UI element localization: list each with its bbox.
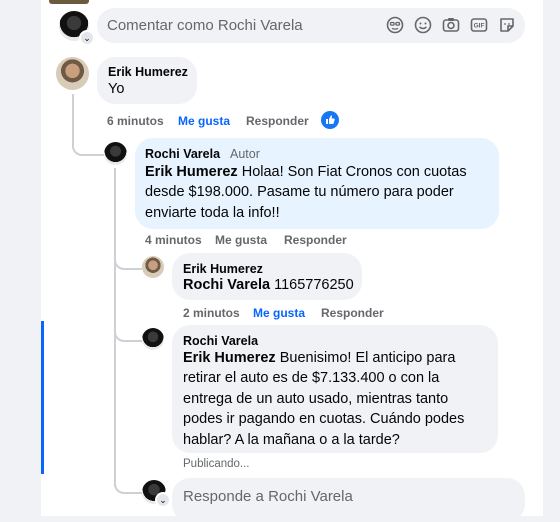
reply-input-placeholder: Responde a Rochi Varela xyxy=(183,488,353,505)
avatar[interactable] xyxy=(142,328,164,350)
comment-input-placeholder: Comentar como Rochi Varela xyxy=(107,17,303,34)
comment-author[interactable]: Rochi Varela xyxy=(145,147,220,161)
gif-icon[interactable]: GIF xyxy=(470,16,488,34)
comment-text: Rochi Varela 1165776250 xyxy=(183,277,354,293)
reply-button[interactable]: Responder xyxy=(246,114,309,128)
sticker-icon[interactable] xyxy=(498,16,516,34)
avatar[interactable] xyxy=(142,256,164,278)
comment-time[interactable]: 6 minutos xyxy=(107,114,164,128)
mention-link[interactable]: Rochi Varela xyxy=(183,277,270,293)
comment-author[interactable]: Erik Humerez xyxy=(108,65,188,79)
thread-connector xyxy=(72,138,104,156)
comment-text: Yo xyxy=(108,81,125,97)
thread-connector xyxy=(114,254,142,270)
like-button[interactable]: Me gusta xyxy=(178,114,230,128)
chevron-down-icon[interactable]: ⌄ xyxy=(155,492,171,508)
thread-connector xyxy=(114,478,142,494)
avatar[interactable] xyxy=(104,142,127,165)
reply-button[interactable]: Responder xyxy=(321,306,384,320)
mention-link[interactable]: Erik Humerez xyxy=(183,350,276,366)
comment-text: Erik Humerez Holaa! Son Fiat Cronos con … xyxy=(145,164,467,221)
comment-time[interactable]: 2 minutos xyxy=(183,306,240,320)
reply-button[interactable]: Responder xyxy=(284,233,347,247)
sticker-face-icon[interactable] xyxy=(386,16,404,34)
avatar[interactable] xyxy=(56,57,89,90)
comment-author[interactable]: Rochi Varela xyxy=(183,334,258,348)
thread-connector xyxy=(114,326,142,342)
camera-icon[interactable] xyxy=(442,16,460,34)
active-reply-indicator xyxy=(41,321,44,474)
post-image-edge xyxy=(49,0,89,4)
author-badge: Autor xyxy=(230,147,260,161)
emoji-icon[interactable] xyxy=(414,16,432,34)
posting-status: Publicando... xyxy=(183,458,250,470)
mention-link[interactable]: Erik Humerez xyxy=(145,164,238,180)
comment-author[interactable]: Erik Humerez xyxy=(183,262,263,276)
comment-text: Erik Humerez Buenisimo! El anticipo para… xyxy=(183,350,465,448)
like-reaction-icon[interactable] xyxy=(321,111,339,129)
like-button[interactable]: Me gusta xyxy=(215,233,267,247)
svg-text:GIF: GIF xyxy=(474,23,485,30)
chevron-down-icon[interactable]: ⌄ xyxy=(79,30,95,46)
like-button[interactable]: Me gusta xyxy=(253,306,305,320)
page-background-right xyxy=(543,0,560,516)
comment-time[interactable]: 4 minutos xyxy=(145,233,202,247)
